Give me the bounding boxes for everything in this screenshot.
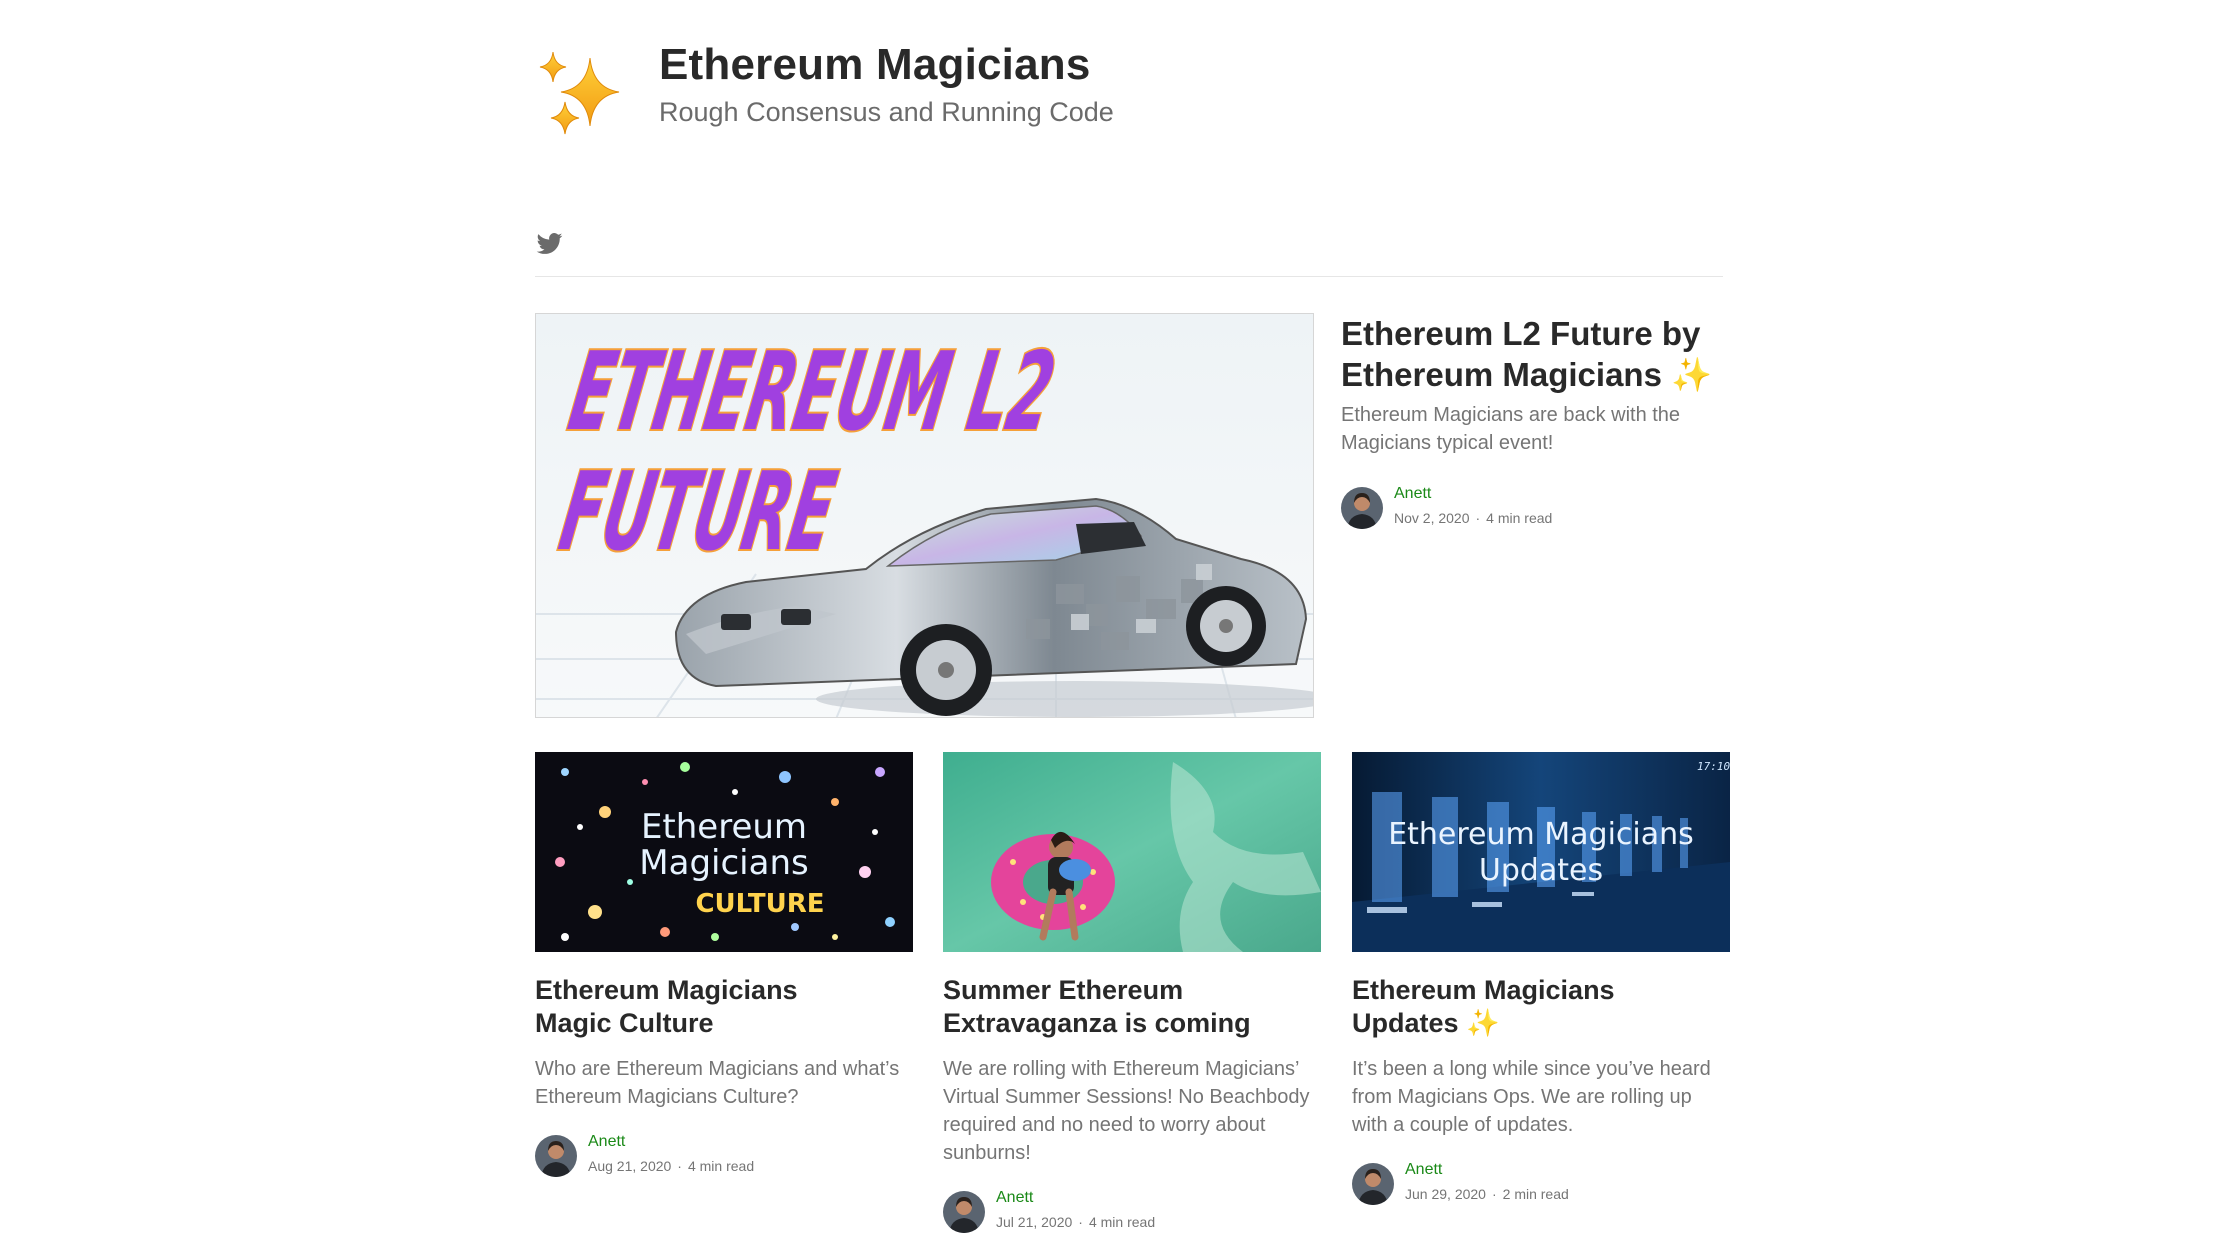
post-card: Summer Ethereum Extravaganza is coming W… — [943, 752, 1321, 1237]
featured-post-subtitle[interactable]: Ethereum Magicians are back with the Mag… — [1341, 401, 1723, 457]
meta-separator: · — [1491, 1186, 1497, 1202]
featured-post: Ethereum L2 Future by Ethereum Magicians… — [1341, 313, 1723, 533]
sparkles-emoji-icon: ✨ — [1466, 1008, 1500, 1038]
author-name[interactable]: Anett — [1405, 1161, 1442, 1179]
post-card-byline: Anett Jul 21, 2020 · 4 min read — [943, 1189, 1321, 1237]
read-time: 4 min read — [1486, 510, 1553, 526]
post-card-title-line1: Ethereum Magicians — [535, 975, 798, 1005]
post-card-title-line1: Summer Ethereum — [943, 975, 1184, 1005]
featured-post-title-text: Ethereum L2 Future by Ethereum Magicians — [1341, 315, 1701, 393]
post-card-title[interactable]: Summer Ethereum Extravaganza is coming — [943, 974, 1321, 1040]
post-card-image[interactable]: Ethereum Magicians CULTURE — [535, 752, 913, 952]
card3-image-text-line1: Ethereum Magicians — [1388, 817, 1694, 852]
card3-image-clock: 17:10 — [1697, 760, 1730, 773]
hero-image-text-line1: ETHEREUM L2 — [561, 329, 1063, 455]
sparkles-emoji-icon: ✨ — [1671, 356, 1713, 393]
author-avatar[interactable] — [535, 1135, 577, 1177]
author-name[interactable]: Anett — [588, 1133, 625, 1151]
author-name[interactable]: Anett — [996, 1189, 1033, 1207]
author-avatar[interactable] — [1352, 1163, 1394, 1205]
post-card-title-line2: Magic Culture — [535, 1008, 714, 1038]
post-card-subtitle[interactable]: We are rolling with Ethereum Magicians’ … — [943, 1055, 1321, 1167]
post-card-subtitle[interactable]: Who are Ethereum Magicians and what’s Et… — [535, 1055, 913, 1111]
post-card-image[interactable]: 17:10 Ethereum Magicians Updates — [1352, 752, 1730, 952]
post-card-title[interactable]: Ethereum Magicians Updates ✨ — [1352, 974, 1730, 1040]
post-card-title-line2: Extravaganza is coming — [943, 1008, 1251, 1038]
hero-image-text-line2: FUTURE — [552, 449, 844, 575]
post-card-title[interactable]: Ethereum Magicians Magic Culture — [535, 974, 913, 1040]
featured-post-byline: Anett Nov 2, 2020 · 4 min read — [1341, 485, 1723, 533]
post-card-byline: Anett Aug 21, 2020 · 4 min read — [535, 1133, 913, 1181]
post-date: Nov 2, 2020 — [1394, 510, 1470, 526]
publication-tagline: Rough Consensus and Running Code — [659, 97, 1114, 127]
read-time: 4 min read — [687, 1158, 755, 1174]
post-date: Aug 21, 2020 — [588, 1158, 672, 1174]
meta-separator: · — [1475, 510, 1481, 526]
post-card-title-line2: Updates — [1352, 1008, 1459, 1038]
post-meta: Nov 2, 2020 · 4 min read — [1394, 510, 1552, 526]
post-card-subtitle[interactable]: It’s been a long while since you’ve hear… — [1352, 1055, 1730, 1139]
sparkles-logo-icon[interactable] — [535, 50, 635, 150]
author-avatar[interactable] — [943, 1191, 985, 1233]
post-meta: Aug 21, 2020 · 4 min read — [588, 1158, 754, 1174]
post-meta: Jun 29, 2020 · 2 min read — [1405, 1186, 1569, 1202]
card3-image-text-line2: Updates — [1479, 853, 1603, 888]
header-divider — [535, 276, 1723, 277]
post-card-title-line1: Ethereum Magicians — [1352, 975, 1615, 1005]
post-card-byline: Anett Jun 29, 2020 · 2 min read — [1352, 1161, 1730, 1209]
card1-image-text-line2: Magicians — [639, 843, 808, 883]
post-date: Jun 29, 2020 — [1405, 1186, 1486, 1202]
meta-separator: · — [1078, 1214, 1083, 1230]
post-meta: Jul 21, 2020 · 4 min read — [996, 1214, 1155, 1230]
featured-post-title[interactable]: Ethereum L2 Future by Ethereum Magicians… — [1341, 313, 1723, 395]
post-card: 17:10 Ethereum Magicians Updates Ethereu… — [1352, 752, 1730, 1209]
meta-separator: · — [677, 1158, 682, 1174]
post-card: Ethereum Magicians CULTURE Ethereum Magi… — [535, 752, 913, 1181]
twitter-icon[interactable] — [535, 230, 563, 258]
publication-title[interactable]: Ethereum Magicians — [659, 40, 1091, 90]
card1-image-text-line3: CULTURE — [695, 889, 824, 919]
card1-image-text-line1: Ethereum — [641, 807, 807, 847]
author-avatar[interactable] — [1341, 487, 1383, 529]
read-time: 4 min read — [1088, 1214, 1156, 1230]
post-card-image[interactable] — [943, 752, 1321, 952]
post-card-title-line2-wrap: Updates ✨ — [1352, 1007, 1730, 1040]
post-date: Jul 21, 2020 — [996, 1214, 1073, 1230]
author-name[interactable]: Anett — [1394, 485, 1431, 503]
read-time: 2 min read — [1502, 1186, 1569, 1202]
publication-header: Ethereum Magicians Rough Consensus and R… — [535, 40, 1735, 150]
featured-post-image[interactable]: ETHEREUM L2 FUTURE — [535, 313, 1314, 718]
